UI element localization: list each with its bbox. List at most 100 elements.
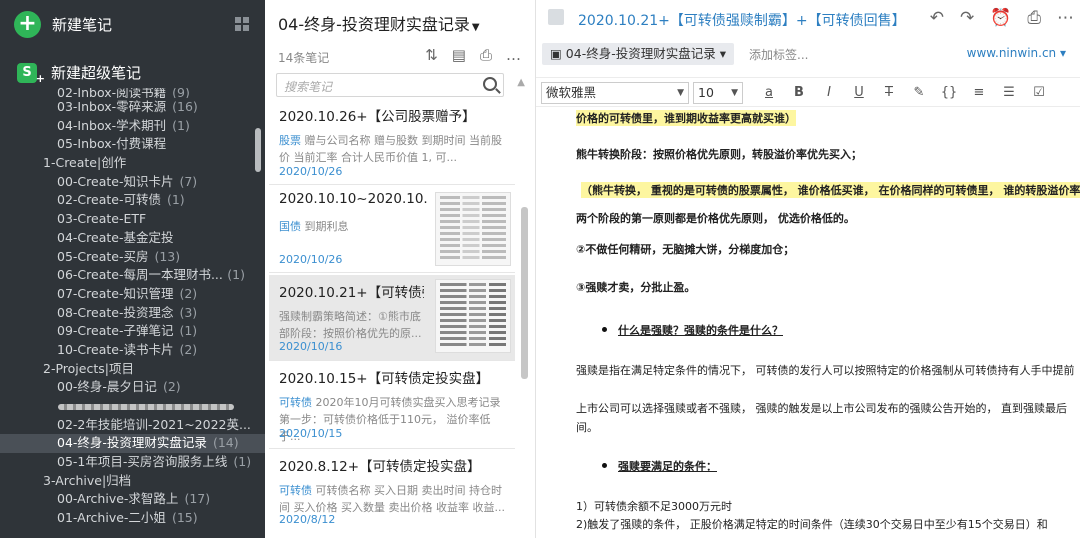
tree-item-label: 1-Create|创作: [43, 155, 127, 171]
new-super-note-button[interactable]: S 新建超级笔记: [17, 62, 141, 89]
more-icon[interactable]: …: [506, 46, 521, 64]
note-tag[interactable]: 国债: [279, 220, 301, 233]
note-tag[interactable]: 可转债: [279, 484, 312, 497]
tree-item-count: (9): [172, 88, 190, 98]
redacted-tree-item[interactable]: [0, 397, 265, 416]
note-card-snippet: 强赎制霸策略简述：①熊市底 部阶段：按照价格优先的原...: [279, 308, 424, 342]
tree-item-label: 02-Inbox-阅读书籍: [57, 88, 167, 98]
tree-item[interactable]: 05-1年项目-买房咨询服务上线 (1): [0, 453, 265, 472]
tree-item[interactable]: 10-Create-读书卡片 (2): [0, 341, 265, 360]
chevron-down-icon: ▾: [715, 46, 726, 61]
tree-item-count: (7): [179, 173, 198, 189]
source-url-link[interactable]: www.ninwin.cn ▾: [967, 46, 1066, 60]
search-placeholder: 搜索笔记: [284, 80, 333, 94]
tree-item[interactable]: 3-Archive|归档: [0, 472, 265, 491]
note-card-selected[interactable]: 2020.10.21+【可转债强... 强赎制霸策略简述：①熊市底 部阶段：按照…: [269, 275, 515, 361]
search-input[interactable]: 搜索笔记: [276, 73, 504, 97]
strikethrough-button[interactable]: T: [874, 83, 904, 103]
tree-item[interactable]: 04-Create-基金定投: [0, 229, 265, 248]
paragraph: ②不做任何精研，无脑摊大饼，分梯度加仓；: [576, 243, 795, 256]
paragraph: （熊牛转换， 重视的是可转债的股票属性， 谁价格低买谁， 在价格同样的可转债里，…: [581, 182, 1080, 198]
print-icon[interactable]: ⎙: [1027, 8, 1041, 28]
tree-item[interactable]: 00-Archive-求智路上 (17): [0, 490, 265, 509]
sort-icon[interactable]: ⇅: [425, 46, 438, 64]
note-card-date: 2020/8/12: [279, 513, 336, 526]
tree-item-count: (17): [184, 491, 211, 507]
italic-button[interactable]: I: [814, 83, 844, 103]
tree-item[interactable]: 05-Inbox-付费课程: [0, 135, 265, 154]
note-title[interactable]: 2020.10.21+【可转债强赎制霸】+【可转债回售】: [578, 10, 906, 30]
view-layout-icon[interactable]: ▤: [452, 46, 466, 64]
tree-item[interactable]: 00-终身-晨夕日记 (2): [0, 378, 265, 397]
search-icon[interactable]: [483, 77, 497, 91]
font-family-select[interactable]: 微软雅黑 ▼: [541, 82, 689, 104]
underline-button[interactable]: U: [844, 83, 874, 103]
note-card[interactable]: 2020.10.26+【公司股票赠予】 股票 赠与公司名称 赠与股数 到期时间 …: [269, 99, 515, 185]
tree-item-label: 03-Create-ETF: [57, 211, 147, 227]
redo-icon[interactable]: ↷: [960, 8, 974, 28]
tree-item-label: 09-Create-子弹笔记: [57, 323, 174, 339]
note-count: 14条笔记: [278, 51, 330, 65]
bullet-list-button[interactable]: ≡: [964, 83, 994, 103]
note-card-date: 2020/10/26: [279, 165, 343, 178]
notebook-selector[interactable]: ▣ 04-终身-投资理财实盘记录 ▾: [542, 43, 734, 65]
tree-item[interactable]: 02-Create-可转债 (1): [0, 191, 265, 210]
tree-item-selected[interactable]: 04-终身-投资理财实盘记录 (14): [0, 434, 265, 454]
grid-view-icon[interactable]: [235, 17, 249, 31]
checklist-button[interactable]: ☑: [1024, 83, 1054, 103]
chevron-down-icon: ▼: [731, 88, 738, 98]
chevron-down-icon: ▾: [1056, 46, 1066, 60]
tree-item[interactable]: 02-Inbox-阅读书籍 (9): [0, 88, 265, 98]
tree-item[interactable]: 09-Create-子弹笔记 (1): [0, 322, 265, 341]
note-card[interactable]: 2020.8.12+【可转债定投实盘】 可转债 可转债名称 买入日期 卖出时间 …: [269, 449, 515, 538]
tree-item-count: (1): [166, 192, 185, 208]
tree-item[interactable]: 07-Create-知识管理 (2): [0, 285, 265, 304]
tree-item[interactable]: 2-Projects|项目: [0, 360, 265, 379]
tree-item-label: 08-Create-投资理念: [57, 304, 174, 320]
note-card[interactable]: 2020.10.10~2020.10.1... 国债 到期利息 2020/10/…: [269, 185, 515, 273]
tree-item[interactable]: 04-Inbox-学术期刊 (1): [0, 117, 265, 136]
tree-item[interactable]: 03-Create-ETF: [0, 210, 265, 229]
highlight-button[interactable]: ✎: [904, 83, 934, 103]
alarm-icon[interactable]: ⏰: [990, 8, 1011, 28]
share-icon[interactable]: ⎙: [480, 46, 492, 64]
tree-item[interactable]: 03-Inbox-零碎来源 (16): [0, 98, 265, 117]
tree-item[interactable]: 05-Create-买房 (13): [0, 248, 265, 267]
note-tag[interactable]: 股票: [279, 134, 301, 147]
note-card-date: 2020/10/16: [279, 340, 343, 353]
font-size-select[interactable]: 10 ▼: [693, 82, 743, 104]
snippet-line: 部阶段：按照价格优先的原...: [279, 327, 422, 340]
sidebar-scrollbar[interactable]: [255, 128, 261, 172]
collapse-up-icon[interactable]: ▲: [517, 77, 525, 88]
tree-item-label: 06-Create-每周一本理财书...: [57, 267, 223, 283]
note-card[interactable]: 2020.10.15+【可转债定投实盘】 可转债 2020年10月可转债实盘买入…: [269, 361, 515, 449]
format-buttons: a B I U T ✎ {} ≡ ☰ ☑: [754, 83, 1054, 103]
new-note-label: 新建笔记: [52, 16, 113, 34]
tree-item[interactable]: 1-Create|创作: [0, 154, 265, 173]
tree-item-label: 04-Inbox-学术期刊: [57, 117, 167, 133]
note-list-scrollbar[interactable]: [521, 207, 528, 379]
tree-item-label: 03-Inbox-零碎来源: [57, 99, 167, 114]
new-note-button[interactable]: + 新建笔记: [14, 11, 112, 38]
bold-button[interactable]: B: [784, 83, 814, 103]
tree-item[interactable]: 00-Create-知识卡片 (7): [0, 173, 265, 192]
code-button[interactable]: {}: [934, 83, 964, 103]
undo-icon[interactable]: ↶: [930, 8, 944, 28]
tree-item-count: (2): [162, 379, 181, 395]
tree-item[interactable]: 08-Create-投资理念 (3): [0, 304, 265, 323]
tree-item-label: 05-1年项目-买房咨询服务上线: [57, 454, 228, 470]
add-tag-input[interactable]: 添加标签...: [749, 46, 808, 63]
snippet-line: 2020年10月可转债实盘买入思考记录: [312, 396, 501, 409]
tree-item[interactable]: 06-Create-每周一本理财书... (1): [0, 266, 265, 285]
note-type-icon: [548, 9, 564, 25]
notebook-title-dropdown[interactable]: 04-终身-投资理财实盘记录 ▼: [278, 11, 480, 35]
text-color-button[interactable]: a: [754, 83, 784, 103]
tree-item-label: 10-Create-读书卡片: [57, 341, 174, 357]
note-tag[interactable]: 可转债: [279, 396, 312, 409]
numbered-list-button[interactable]: ☰: [994, 83, 1024, 103]
tree-item[interactable]: 02-2年技能培训-2021~2022英...: [0, 416, 265, 435]
more-icon[interactable]: ⋯: [1057, 8, 1074, 28]
tree-item[interactable]: 01-Archive-二小姐 (15): [0, 509, 265, 528]
tree-item-label: 2-Projects|项目: [43, 360, 134, 376]
note-body[interactable]: 价格的可转债里，谁到期收益率更高就买谁） 熊牛转换阶段：按照价格优先原则，转股溢…: [576, 108, 1080, 538]
